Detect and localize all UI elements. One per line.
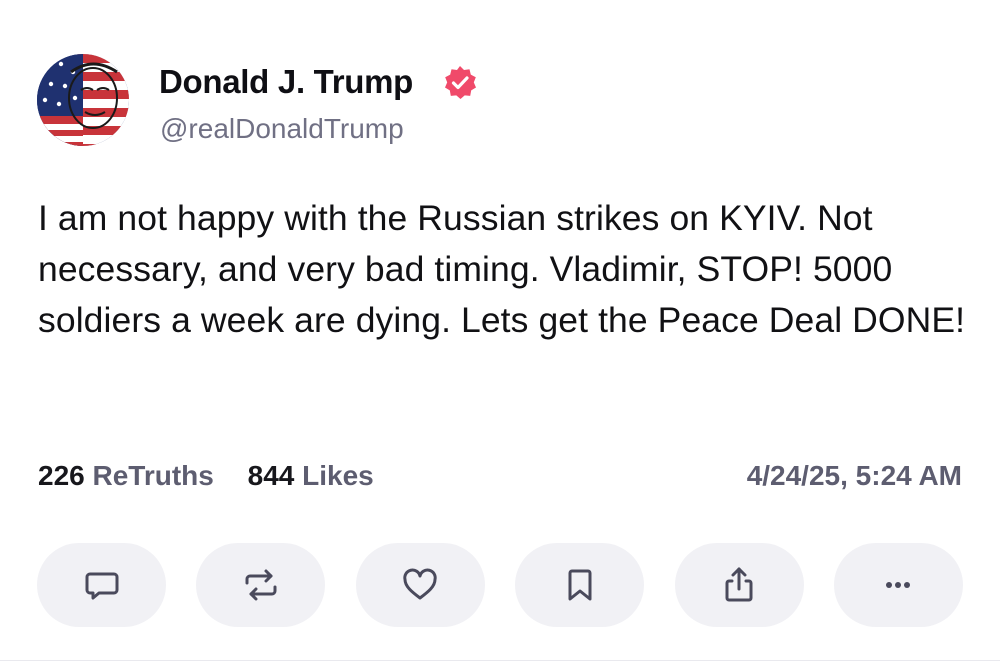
like-button[interactable] xyxy=(355,543,485,627)
bookmark-button[interactable] xyxy=(515,543,645,627)
retruths-count: 226 xyxy=(38,460,85,491)
reply-button[interactable] xyxy=(37,543,166,627)
avatar[interactable] xyxy=(37,54,129,146)
post-text: I am not happy with the Russian strikes … xyxy=(38,198,966,340)
retruths-stat[interactable]: 226 ReTruths xyxy=(38,460,214,491)
heart-icon xyxy=(403,568,437,600)
author-handle[interactable]: @realDonaldTrump xyxy=(160,113,404,145)
action-bar xyxy=(37,543,963,627)
repost-icon xyxy=(245,569,277,601)
comment-icon xyxy=(85,572,118,600)
bookmark-icon xyxy=(568,569,592,601)
verified-badge-icon xyxy=(445,66,476,99)
bottom-divider xyxy=(0,660,1000,661)
truth-post: Donald J. Trump @realDonaldTrump I am no… xyxy=(0,0,1000,665)
author-display-name[interactable]: Donald J. Trump xyxy=(159,63,413,101)
likes-label: Likes xyxy=(302,460,374,491)
retruth-button[interactable] xyxy=(196,543,326,627)
share-icon xyxy=(725,567,753,602)
likes-stat[interactable]: 844 Likes xyxy=(248,460,374,491)
likes-count: 844 xyxy=(247,460,295,491)
retruths-label: ReTruths xyxy=(92,460,214,491)
more-button[interactable] xyxy=(833,543,963,627)
post-stats: 226 ReTruths 844 Likes xyxy=(38,460,400,492)
more-icon xyxy=(886,582,911,588)
avatar-image xyxy=(37,54,129,146)
share-button[interactable] xyxy=(674,543,804,627)
post-timestamp[interactable]: 4/24/25, 5:24 AM xyxy=(747,460,962,492)
